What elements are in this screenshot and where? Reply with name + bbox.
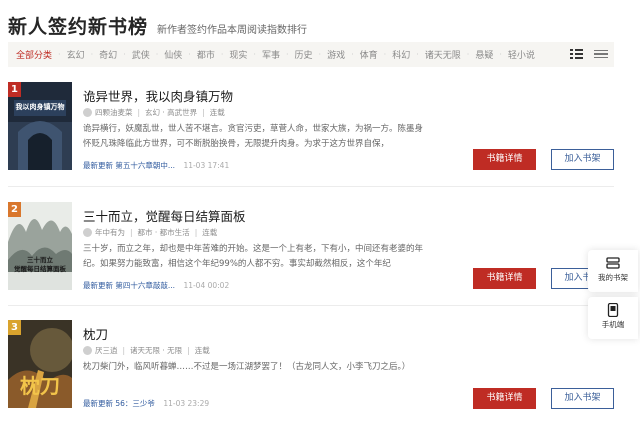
book-meta: 厌三逍 | 诸天无限 · 无限 | 连载 (83, 345, 210, 356)
divider (8, 305, 614, 306)
book-title[interactable]: 枕刀 (83, 324, 108, 343)
mobile-label: 手机端 (601, 320, 625, 329)
book-cover[interactable]: 2 三十而立 觉醒每日结算面板 (8, 202, 72, 290)
book-detail-button[interactable]: 书籍详情 (473, 149, 536, 170)
author-name[interactable]: 年中有为 (95, 227, 125, 238)
phone-icon (607, 303, 619, 317)
bookshelf-label: 我的书架 (598, 273, 628, 282)
book-item: 1 我以肉身镇万物 诡异世界，我以肉身镇万物 四颗油麦菜 | 玄幻 · 高武世界… (8, 82, 614, 177)
filter-xuanyi[interactable]: 悬疑 (475, 48, 493, 61)
book-meta: 年中有为 | 都市 · 都市生活 | 连载 (83, 227, 217, 238)
filter-separator: · (351, 50, 354, 59)
bookshelf-icon (606, 257, 620, 269)
book-description: 枕刀柴门外，临风听暮蝉……不过是一场江湖梦罢了！（古龙同人文，小李飞刀之后。） (83, 362, 411, 372)
category-filter-bar: 全部分类 · 玄幻 · 奇幻 · 武侠 · 仙侠 · 都市 · 现实 · 军事 … (8, 42, 614, 67)
grid-view-icon[interactable] (570, 47, 584, 61)
filter-separator: · (58, 50, 61, 59)
book-status: 连载 (194, 346, 210, 355)
filter-lishi[interactable]: 历史 (295, 48, 313, 61)
list-view-icon[interactable] (594, 47, 608, 61)
page-header: 新人签约新书榜 新作者签约作品本周阅读指数排行 (8, 12, 307, 39)
filter-separator: · (285, 50, 289, 59)
my-bookshelf-float-button[interactable]: 我的书架 (588, 250, 638, 292)
filter-zhutian[interactable]: 诸天无限 (425, 48, 461, 61)
latest-chapter-link[interactable]: 最新更新 第四十六章敲敲... (83, 281, 175, 290)
latest-update: 最新更新 第五十六章朝中... 11-03 17:41 (83, 160, 229, 171)
filter-separator: · (123, 50, 126, 59)
book-detail-button[interactable]: 书籍详情 (473, 388, 536, 409)
rank-badge: 2 (8, 202, 21, 217)
filter-all[interactable]: 全部分类 (16, 48, 52, 61)
latest-chapter-link[interactable]: 最新更新 56：三少爷 (83, 399, 155, 408)
author-name[interactable]: 四颗油麦菜 (95, 107, 133, 118)
filter-separator: · (220, 50, 224, 59)
book-item: 3 枕刀 枕刀 厌三逍 | 诸天无限 · 无限 | 连载 枕刀柴门外，临风听暮蝉… (8, 320, 614, 415)
filter-separator: · (383, 50, 387, 59)
add-to-shelf-button[interactable]: 加入书架 (551, 149, 614, 170)
book-description: 诡异横行，妖魔乱世，世人苦不堪言。贪官污吏，草菅人命，世家大族，为祸一方。陈墨身… (83, 124, 424, 149)
book-cover[interactable]: 3 枕刀 (8, 320, 72, 408)
book-title[interactable]: 三十而立，觉醒每日结算面板 (83, 206, 246, 225)
update-time: 11-04 00:02 (183, 281, 230, 290)
book-category[interactable]: 玄幻 · 高武世界 (145, 107, 197, 118)
filter-junshi[interactable]: 军事 (262, 48, 280, 61)
author-avatar (83, 108, 92, 117)
filter-separator: · (90, 50, 94, 59)
filter-separator: · (499, 50, 502, 59)
author-name[interactable]: 厌三逍 (95, 345, 118, 356)
filter-separator: · (188, 50, 191, 59)
filter-separator: · (416, 50, 419, 59)
add-to-shelf-button[interactable]: 加入书架 (551, 388, 614, 409)
update-time: 11-03 23:29 (163, 399, 210, 408)
latest-update: 最新更新 56：三少爷 11-03 23:29 (83, 398, 209, 409)
filter-xianshi[interactable]: 现实 (229, 48, 247, 61)
book-cover[interactable]: 1 我以肉身镇万物 (8, 82, 72, 170)
book-detail-button[interactable]: 书籍详情 (473, 268, 536, 289)
cover-title: 枕刀 (20, 374, 60, 398)
filter-tiyu[interactable]: 体育 (360, 48, 378, 61)
latest-update: 最新更新 第四十六章敲敲... 11-04 00:02 (83, 280, 229, 291)
book-status: 连载 (209, 108, 225, 117)
cover-title: 三十而立 觉醒每日结算面板 (14, 256, 66, 273)
filter-kehuan[interactable]: 科幻 (392, 48, 410, 61)
page-subtitle: 新作者签约作品本周阅读指数排行 (157, 25, 308, 36)
filter-xianxia[interactable]: 仙侠 (164, 48, 182, 61)
book-title[interactable]: 诡异世界，我以肉身镇万物 (83, 86, 233, 105)
filter-separator: · (466, 50, 470, 59)
author-avatar (83, 346, 92, 355)
mobile-float-button[interactable]: 手机端 (588, 297, 638, 339)
divider (8, 186, 614, 187)
filter-separator: · (155, 50, 159, 59)
filter-separator: · (318, 50, 322, 59)
update-time: 11-03 17:41 (183, 161, 230, 170)
book-status: 连载 (202, 228, 218, 237)
view-toggles (560, 47, 608, 61)
filter-xuanhuan[interactable]: 玄幻 (67, 48, 85, 61)
book-description: 三十岁，而立之年，却也是中年苦难的开始。这是一个上有老，下有小，中间还有老婆的年… (83, 244, 424, 269)
rank-badge: 3 (8, 320, 21, 335)
latest-chapter-link[interactable]: 最新更新 第五十六章朝中... (83, 161, 175, 170)
filter-youxi[interactable]: 游戏 (327, 48, 345, 61)
book-category[interactable]: 诸天无限 · 无限 (130, 345, 182, 356)
filter-qihuan[interactable]: 奇幻 (99, 48, 117, 61)
filter-dushi[interactable]: 都市 (197, 48, 215, 61)
book-category[interactable]: 都市 · 都市生活 (138, 227, 190, 238)
page-title: 新人签约新书榜 (8, 16, 149, 38)
book-item: 2 三十而立 觉醒每日结算面板 三十而立，觉醒每日结算面板 年中有为 | 都市 … (8, 202, 614, 297)
filter-wuxia[interactable]: 武侠 (132, 48, 150, 61)
filter-qingxiaoshuo[interactable]: 轻小说 (508, 48, 535, 61)
cover-title: 我以肉身镇万物 (15, 103, 65, 111)
rank-badge: 1 (8, 82, 21, 97)
filter-separator: · (253, 50, 256, 59)
author-avatar (83, 228, 92, 237)
book-meta: 四颗油麦菜 | 玄幻 · 高武世界 | 连载 (83, 107, 225, 118)
